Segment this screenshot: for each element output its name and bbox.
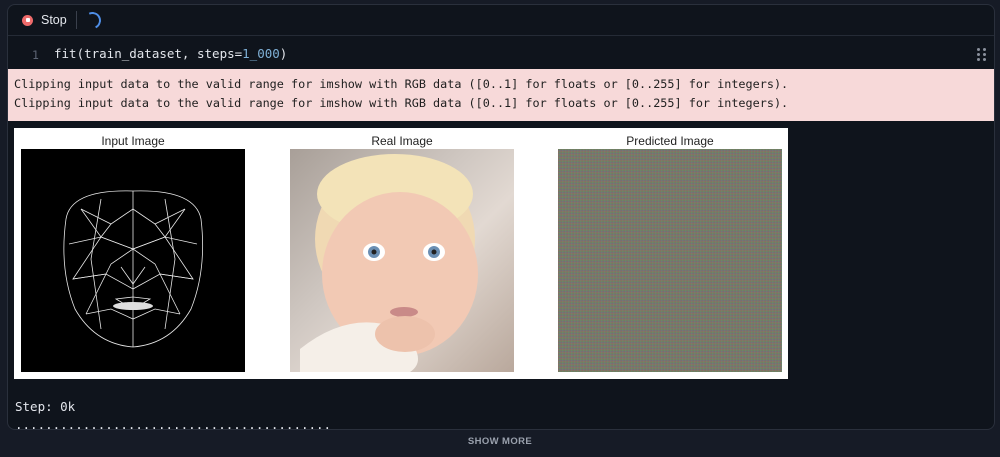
child-photo <box>300 154 478 372</box>
code-number: 1_000 <box>242 46 280 61</box>
code-editor[interactable]: 1 fit(train_dataset, steps=1_000) <box>8 35 994 72</box>
input-image-title: Input Image <box>101 134 165 148</box>
predicted-image-title: Predicted Image <box>626 134 714 148</box>
code-text: fit(train_dataset, steps= <box>54 46 243 61</box>
loading-spinner-icon <box>81 9 104 32</box>
warning-line: Clipping input data to the valid range f… <box>14 96 789 110</box>
input-image <box>21 149 245 372</box>
stop-button[interactable]: Stop <box>22 11 67 29</box>
output-figure: Input Image Real Image Predicted Image <box>14 128 788 379</box>
stderr-output: Clipping input data to the valid range f… <box>8 69 994 121</box>
warning-line: Clipping input data to the valid range f… <box>14 77 789 91</box>
face-mesh-image <box>63 190 204 348</box>
toolbar-divider <box>76 11 77 29</box>
code-line[interactable]: fit(train_dataset, steps=1_000) <box>54 46 287 61</box>
show-more-button[interactable]: SHOW MORE <box>0 428 1000 454</box>
real-image-title: Real Image <box>371 134 433 148</box>
step-counter: Step: 0k <box>15 399 76 414</box>
notebook-cell: Stop 1 fit(train_dataset, steps=1_000) C… <box>7 4 995 430</box>
predicted-image <box>558 149 782 372</box>
real-image <box>290 149 514 372</box>
stop-icon <box>22 14 33 26</box>
cell-toolbar: Stop <box>8 5 994 35</box>
code-text-end: ) <box>279 46 288 61</box>
drag-handle-icon[interactable] <box>977 48 987 61</box>
stop-label: Stop <box>41 13 67 27</box>
line-number: 1 <box>32 48 39 62</box>
